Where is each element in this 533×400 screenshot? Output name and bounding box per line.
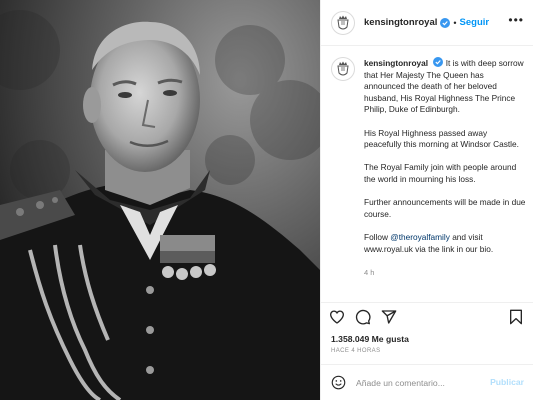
caption: kensingtonroyal It is with deep sorrow t…: [331, 57, 526, 278]
post-header: kensingtonroyal • Seguir •••: [321, 0, 533, 46]
caption-text: kensingtonroyal It is with deep sorrow t…: [364, 57, 526, 278]
more-options-icon[interactable]: •••: [508, 13, 524, 27]
instagram-post: kensingtonroyal • Seguir ••• kensingtonr…: [0, 0, 533, 400]
bookmark-icon[interactable]: [508, 309, 524, 325]
caption-paragraph-5: Follow @theroyalfamily and visit www.roy…: [364, 232, 526, 255]
caption-paragraph-2: His Royal Highness passed away peacefull…: [364, 127, 519, 150]
action-bar: [321, 302, 533, 330]
caption-area: kensingtonroyal It is with deep sorrow t…: [321, 47, 533, 302]
comment-icon[interactable]: [355, 309, 371, 325]
comment-input[interactable]: [356, 377, 476, 388]
likes-count[interactable]: 1.358.049 Me gusta: [331, 334, 409, 344]
follow-button[interactable]: Seguir: [460, 17, 490, 28]
mention-link[interactable]: @theroyalfamily: [390, 232, 450, 242]
post-side-panel: kensingtonroyal • Seguir ••• kensingtonr…: [320, 0, 533, 400]
account-username[interactable]: kensingtonroyal: [364, 17, 437, 28]
comment-bar: Publicar: [321, 364, 533, 400]
separator-dot: •: [453, 17, 457, 28]
verified-badge-icon: [440, 17, 451, 28]
publish-button[interactable]: Publicar: [490, 377, 524, 387]
caption-paragraph-4: Further announcements will be made in du…: [364, 197, 526, 219]
caption-paragraph-3: The Royal Family join with people around…: [364, 162, 517, 184]
royal-crest-icon[interactable]: [331, 57, 355, 81]
post-timestamp: HACE 4 HORAS: [331, 348, 381, 354]
royal-crest-icon[interactable]: [331, 10, 355, 35]
caption-paragraph: kensingtonroyal It is with deep sorrow t…: [364, 57, 526, 116]
caption-username[interactable]: kensingtonroyal: [364, 58, 428, 68]
post-photo[interactable]: [0, 0, 320, 400]
share-icon[interactable]: [381, 309, 397, 325]
caption-time: 4 h: [364, 267, 375, 277]
portrait-photo: [0, 0, 320, 400]
heart-icon[interactable]: [329, 309, 345, 325]
verified-badge-icon: [433, 57, 444, 67]
caption-follow-prefix: Follow: [364, 231, 391, 242]
emoji-icon[interactable]: [331, 375, 346, 390]
